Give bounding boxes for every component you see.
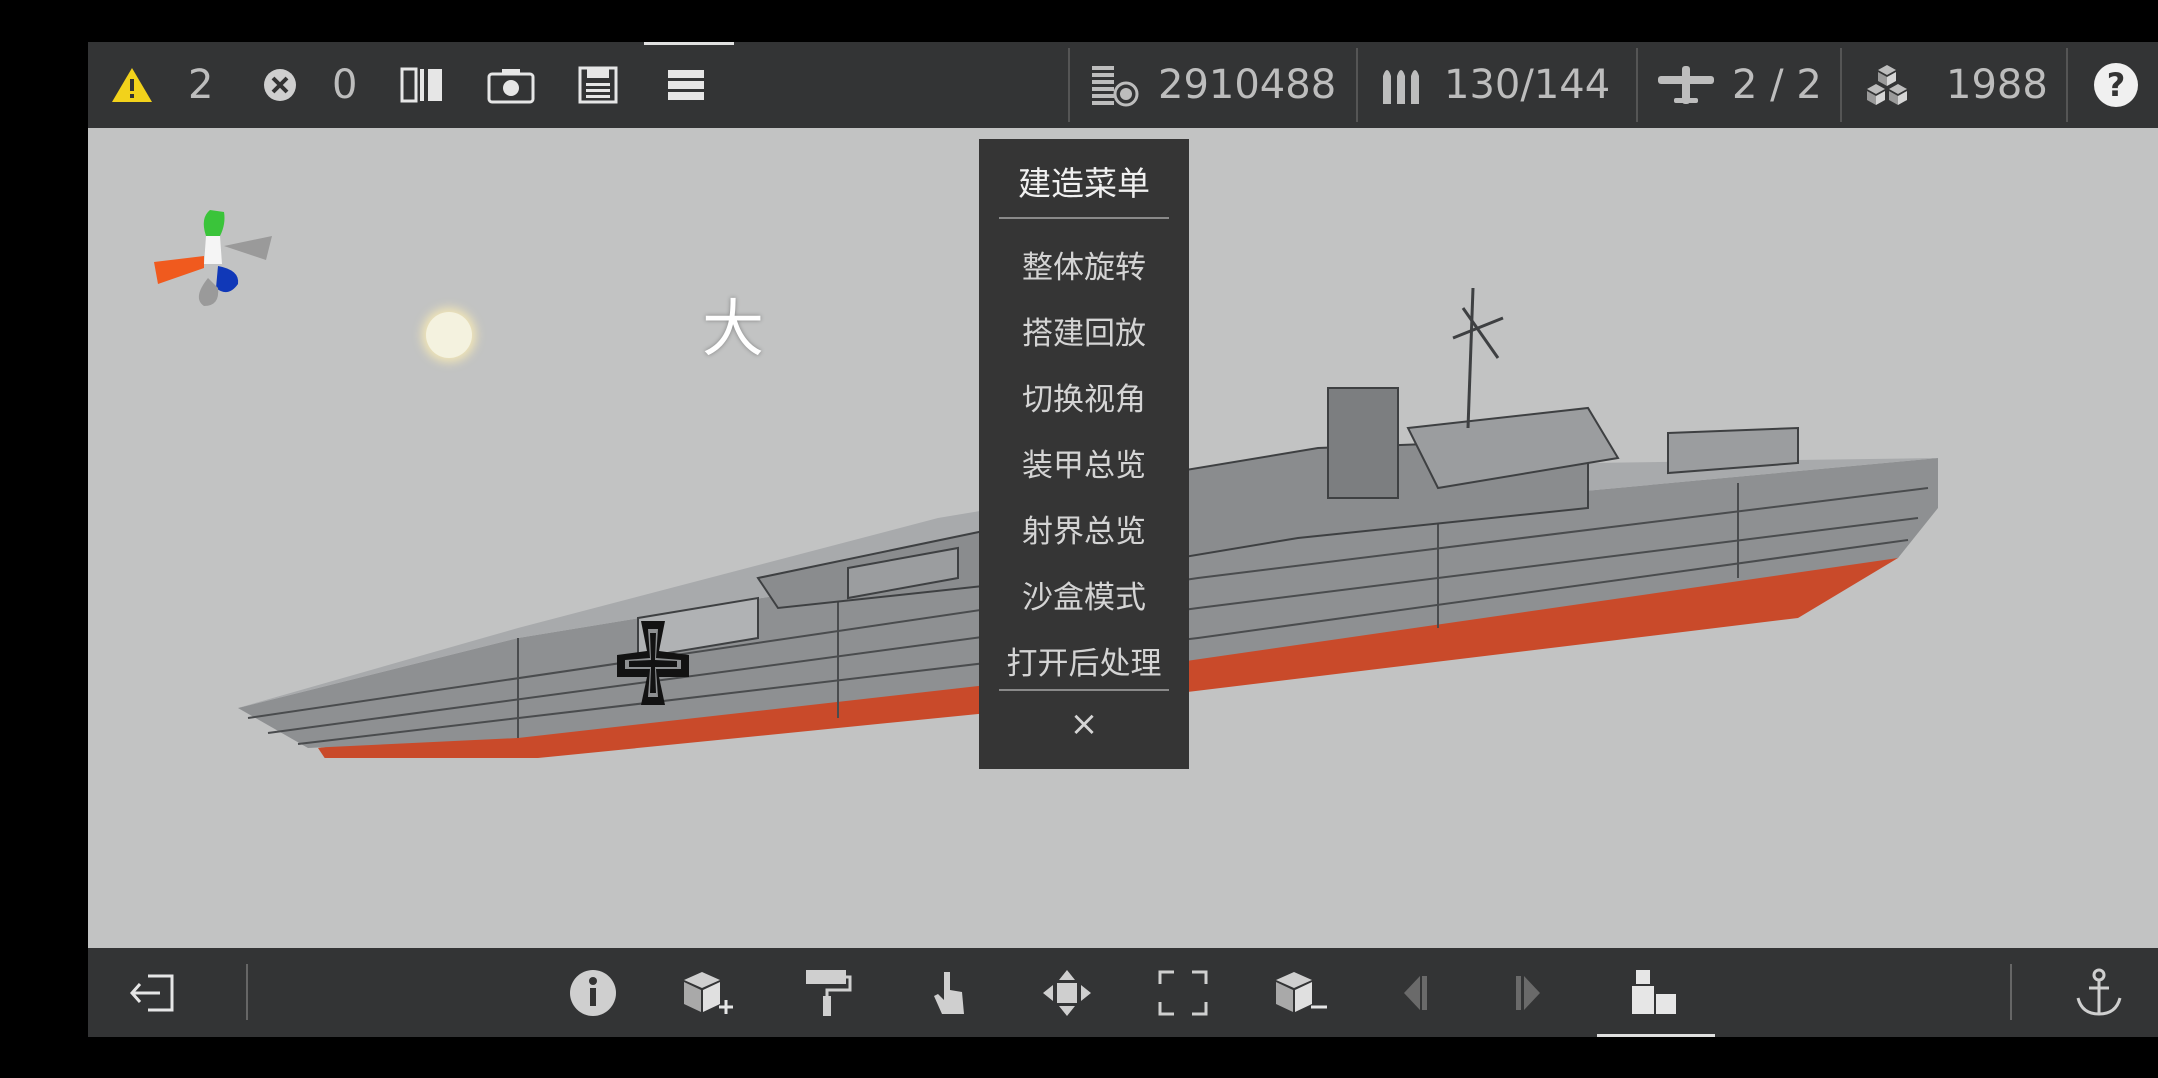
vehicle-button[interactable] (1628, 968, 1682, 1018)
fullscreen-icon (1158, 970, 1208, 1016)
parts-indicator: 1988 (1860, 42, 2048, 128)
active-tab-indicator (1597, 1034, 1715, 1037)
exit-icon (129, 974, 174, 1012)
divider (1840, 48, 1842, 122)
mast (1452, 287, 1504, 429)
help-icon: ? (2094, 63, 2138, 107)
info-icon (570, 970, 616, 1016)
help-button[interactable]: ? (2094, 42, 2138, 128)
mirror-icon (400, 67, 442, 103)
parts-value: 1988 (1946, 62, 2048, 108)
remove-block-icon (1276, 972, 1327, 1012)
menu-item-firing-arc[interactable]: 射界总览 (979, 506, 1189, 551)
active-tab-indicator (644, 42, 734, 45)
save-button[interactable] (576, 42, 620, 128)
menu-divider (999, 217, 1169, 219)
hand-icon (934, 972, 964, 1014)
move-icon (1043, 970, 1091, 1016)
warning-indicator[interactable]: 2 (110, 42, 213, 128)
prev-icon (1404, 976, 1427, 1010)
divider (246, 964, 248, 1020)
add-block-button[interactable] (680, 968, 734, 1018)
menu-button[interactable] (666, 42, 706, 128)
aircraft-icon (1658, 66, 1714, 104)
menu-item-post-processing[interactable]: 打开后处理 (979, 638, 1189, 683)
cost-value: 2910488 (1158, 62, 1337, 108)
mirror-button[interactable] (398, 42, 446, 128)
screenshot-button[interactable] (486, 42, 536, 128)
next-icon (1516, 976, 1540, 1010)
ammo-indicator: 130/144 (1378, 42, 1610, 128)
anchor-icon (2076, 968, 2122, 1016)
menu-divider (999, 689, 1169, 691)
parts-icon (1867, 65, 1907, 105)
divider (1356, 48, 1358, 122)
divider (1068, 48, 1070, 122)
exit-button[interactable] (128, 968, 182, 1018)
divider (2010, 964, 2012, 1020)
error-icon (264, 69, 296, 101)
camera-icon (487, 69, 535, 104)
cost-indicator: 2910488 (1090, 42, 1336, 128)
top-toolbar: 2 0 2910488 130/144 2 / 2 1988 ? (88, 42, 2158, 128)
divider (1636, 48, 1638, 122)
menu-icon (668, 70, 704, 100)
vehicle-icon (1632, 970, 1676, 1014)
menu-item-rotate[interactable]: 整体旋转 (979, 242, 1189, 287)
aircraft-indicator: 2 / 2 (1656, 42, 1822, 128)
menu-item-switch-view[interactable]: 切换视角 (979, 374, 1189, 419)
game-window: 2 0 2910488 130/144 2 / 2 1988 ? 大 建造菜单 … (88, 42, 2158, 1037)
funnel (1327, 387, 1399, 499)
next-button[interactable] (1502, 968, 1556, 1018)
prev-button[interactable] (1390, 968, 1444, 1018)
aircraft-value: 2 / 2 (1732, 62, 1822, 108)
3d-viewport[interactable]: 大 建造菜单 整体旋转 搭建回放 切换视角 装甲总览 射界总览 沙盒模式 打开后… (88, 128, 2158, 948)
info-button[interactable] (566, 968, 620, 1018)
paint-roller-icon (806, 970, 852, 1016)
menu-item-sandbox[interactable]: 沙盒模式 (979, 572, 1189, 617)
ammo-value: 130/144 (1444, 62, 1611, 108)
menu-item-replay[interactable]: 搭建回放 (979, 308, 1189, 353)
close-menu-button[interactable]: × (979, 704, 1189, 744)
error-count: 0 (332, 62, 358, 108)
anchor-button[interactable] (2072, 968, 2126, 1018)
add-block-icon (684, 972, 733, 1014)
ammo-icon (1383, 70, 1419, 104)
cost-icon (1092, 66, 1139, 107)
warning-count: 2 (188, 62, 214, 108)
select-button[interactable] (924, 968, 978, 1018)
build-menu: 建造菜单 整体旋转 搭建回放 切换视角 装甲总览 射界总览 沙盒模式 打开后处理… (979, 139, 1189, 769)
error-indicator[interactable]: 0 (262, 42, 357, 128)
paint-button[interactable] (800, 968, 854, 1018)
remove-block-button[interactable] (1272, 968, 1327, 1018)
save-icon (578, 66, 618, 104)
build-menu-title: 建造菜单 (1018, 164, 1150, 203)
fullscreen-button[interactable] (1156, 968, 1210, 1018)
bottom-toolbar (88, 948, 2158, 1037)
help-label: ? (2106, 66, 2126, 104)
move-button[interactable] (1040, 968, 1094, 1018)
warning-icon (112, 68, 152, 102)
divider (2066, 48, 2068, 122)
menu-item-armor-overview[interactable]: 装甲总览 (979, 440, 1189, 485)
